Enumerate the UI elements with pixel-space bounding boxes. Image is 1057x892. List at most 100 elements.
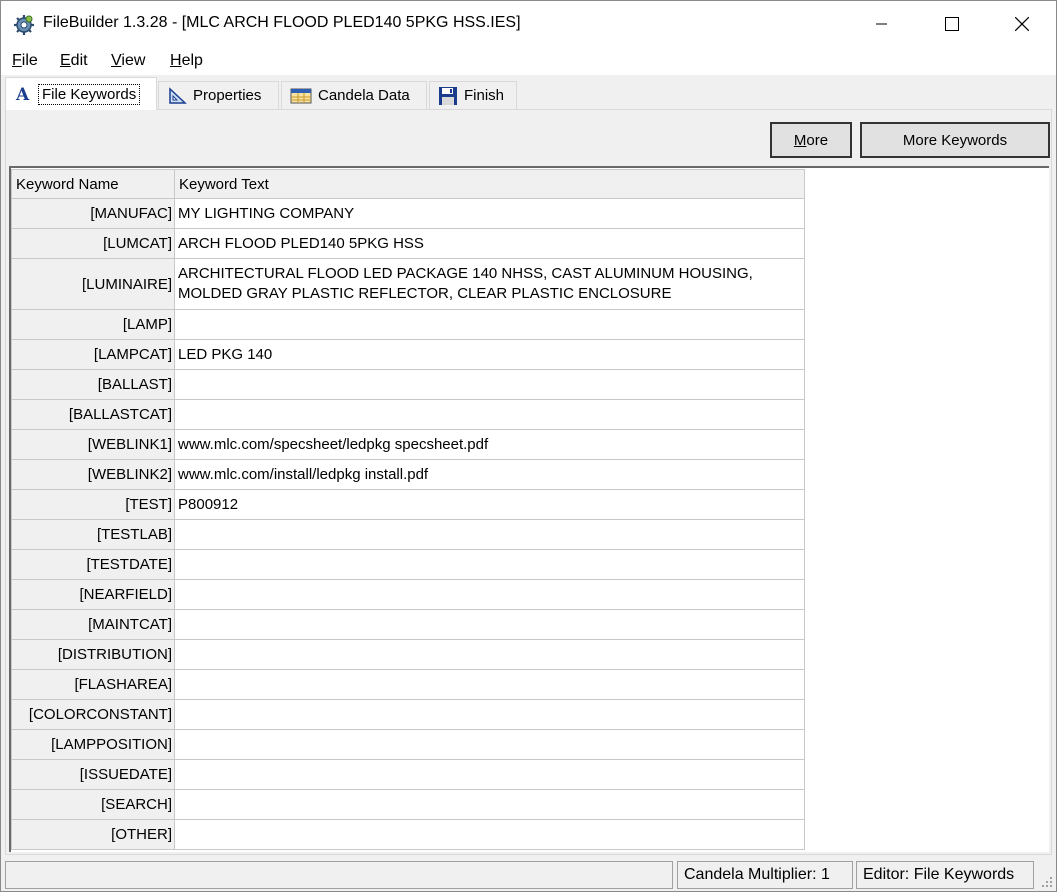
keyword-text-cell[interactable] [174,729,805,760]
tab-label: Properties [193,87,262,104]
column-header-keyword-text[interactable]: Keyword Text [174,169,805,199]
minimize-icon [876,23,887,25]
status-candela-multiplier: Candela Multiplier: 1 [677,861,853,889]
table-row[interactable]: [SEARCH] [11,789,805,820]
keyword-text-cell[interactable] [174,669,805,700]
keyword-name-cell[interactable]: [BALLASTCAT] [11,399,175,430]
table-row[interactable]: [TESTLAB] [11,519,805,550]
table-row[interactable]: [MAINTCAT] [11,609,805,640]
close-button[interactable] [987,1,1057,47]
tab-candela-data[interactable]: Candela Data [281,81,427,109]
grid-header-row: Keyword Name Keyword Text [11,169,805,199]
keyword-name-cell[interactable]: [TESTLAB] [11,519,175,550]
table-row[interactable]: [ISSUEDATE] [11,759,805,790]
keyword-name-cell[interactable]: [LAMPPOSITION] [11,729,175,760]
keyword-text-cell[interactable] [174,789,805,820]
keyword-text-cell[interactable]: www.mlc.com/specsheet/ledpkg specsheet.p… [174,429,805,460]
keyword-text-cell[interactable] [174,759,805,790]
keyword-name-cell[interactable]: [WEBLINK2] [11,459,175,490]
table-row[interactable]: [NEARFIELD] [11,579,805,610]
grid-body: [MANUFAC] MY LIGHTING COMPANY [LUMCAT] ARCH… [11,198,805,850]
more-keywords-button[interactable]: More Keywords [860,122,1050,158]
resize-grip-icon[interactable] [1038,873,1054,889]
status-bar: Candela Multiplier: 1 Editor: File Keywo… [1,859,1056,891]
keyword-name-cell[interactable]: [NEARFIELD] [11,579,175,610]
menu-help[interactable]: Help [170,52,203,70]
table-row[interactable]: [LAMPCAT] LED PKG 140 [11,339,805,370]
keyword-text-cell[interactable] [174,309,805,340]
tab-properties[interactable]: Properties [158,81,279,109]
table-row[interactable]: [WEBLINK1] www.mlc.com/specsheet/ledpkg s… [11,429,805,460]
keyword-text-cell[interactable] [174,699,805,730]
table-row[interactable]: [LAMP] [11,309,805,340]
letter-a-icon: A [15,85,30,103]
keyword-name-cell[interactable]: [TEST] [11,489,175,520]
table-row[interactable]: [WEBLINK2] www.mlc.com/install/ledpkg ins… [11,459,805,490]
tab-label: File Keywords [37,83,141,105]
keyword-name-cell[interactable]: [BALLAST] [11,369,175,400]
tab-label: Finish [464,87,505,104]
keyword-text-cell[interactable] [174,639,805,670]
keyword-name-cell[interactable]: [FLASHAREA] [11,669,175,700]
tab-finish[interactable]: Finish [429,81,517,109]
keyword-name-cell[interactable]: [ISSUEDATE] [11,759,175,790]
app-gear-icon [14,15,34,35]
more-button[interactable]: More [770,122,852,158]
table-row[interactable]: [OTHER] [11,819,805,850]
keyword-name-cell[interactable]: [DISTRIBUTION] [11,639,175,670]
table-row[interactable]: [MANUFAC] MY LIGHTING COMPANY [11,198,805,229]
keyword-name-cell[interactable]: [SEARCH] [11,789,175,820]
keyword-text-cell[interactable]: MY LIGHTING COMPANY [174,198,805,229]
table-row[interactable]: [BALLAST] [11,369,805,400]
tab-file-keywords[interactable]: A File Keywords [5,77,157,110]
keyword-text-cell[interactable]: P800912 [174,489,805,520]
table-row[interactable]: [DISTRIBUTION] [11,639,805,670]
table-row[interactable]: [LAMPPOSITION] [11,729,805,760]
menu-view[interactable]: View [111,52,145,70]
keyword-text-cell[interactable] [174,369,805,400]
more-button-label: More [793,131,829,149]
table-row[interactable]: [BALLASTCAT] [11,399,805,430]
svg-text:A: A [15,85,30,103]
minimize-button[interactable] [847,1,917,47]
table-row[interactable]: [LUMINAIRE] ARCHITECTURAL FLOOD LED PACKA… [11,258,805,310]
keyword-text-cell[interactable] [174,519,805,550]
keyword-name-cell[interactable]: [LAMPCAT] [11,339,175,370]
keyword-text-cell[interactable]: ARCHITECTURAL FLOOD LED PACKAGE 140 NHSS… [174,258,805,310]
tab-label: Candela Data [318,87,410,104]
keyword-name-cell[interactable]: [LUMCAT] [11,228,175,259]
keyword-name-cell[interactable]: [OTHER] [11,819,175,850]
keyword-text-cell[interactable] [174,399,805,430]
keyword-name-cell[interactable]: [MANUFAC] [11,198,175,229]
keyword-name-cell[interactable]: [COLORCONSTANT] [11,699,175,730]
table-row[interactable]: [TEST] P800912 [11,489,805,520]
column-header-keyword-name[interactable]: Keyword Name [11,169,175,199]
table-row[interactable]: [FLASHAREA] [11,669,805,700]
menu-bar: File Edit View Help [1,47,1056,75]
keyword-text-cell[interactable] [174,579,805,610]
triangle-ruler-icon [169,86,187,104]
keyword-name-cell[interactable]: [LAMP] [11,309,175,340]
table-row[interactable]: [TESTDATE] [11,549,805,580]
floppy-disk-icon [439,86,457,105]
keyword-text-cell[interactable]: ARCH FLOOD PLED140 5PKG HSS [174,228,805,259]
keyword-text-cell[interactable] [174,609,805,640]
keyword-name-cell[interactable]: [MAINTCAT] [11,609,175,640]
keyword-text-cell[interactable]: www.mlc.com/install/ledpkg install.pdf [174,459,805,490]
keyword-name-cell[interactable]: [WEBLINK1] [11,429,175,460]
window-title: FileBuilder 1.3.28 - [MLC ARCH FLOOD PLE… [43,14,521,31]
keyword-text-cell[interactable]: LED PKG 140 [174,339,805,370]
menu-edit[interactable]: Edit [60,52,88,70]
keyword-name-cell[interactable]: [LUMINAIRE] [11,258,175,310]
maximize-button[interactable] [917,1,987,47]
maximize-icon [945,17,959,31]
keyword-name-cell[interactable]: [TESTDATE] [11,549,175,580]
tab-strip: A File Keywords Properties Candela Data … [1,77,1056,110]
keyword-text-cell[interactable] [174,549,805,580]
table-row[interactable]: [COLORCONSTANT] [11,699,805,730]
app-window: FileBuilder 1.3.28 - [MLC ARCH FLOOD PLE… [0,0,1057,892]
keyword-text-cell[interactable] [174,819,805,850]
table-row[interactable]: [LUMCAT] ARCH FLOOD PLED140 5PKG HSS [11,228,805,259]
keyword-grid: Keyword Name Keyword Text [MANUFAC] MY LI… [11,169,805,850]
menu-file[interactable]: File [12,52,38,70]
